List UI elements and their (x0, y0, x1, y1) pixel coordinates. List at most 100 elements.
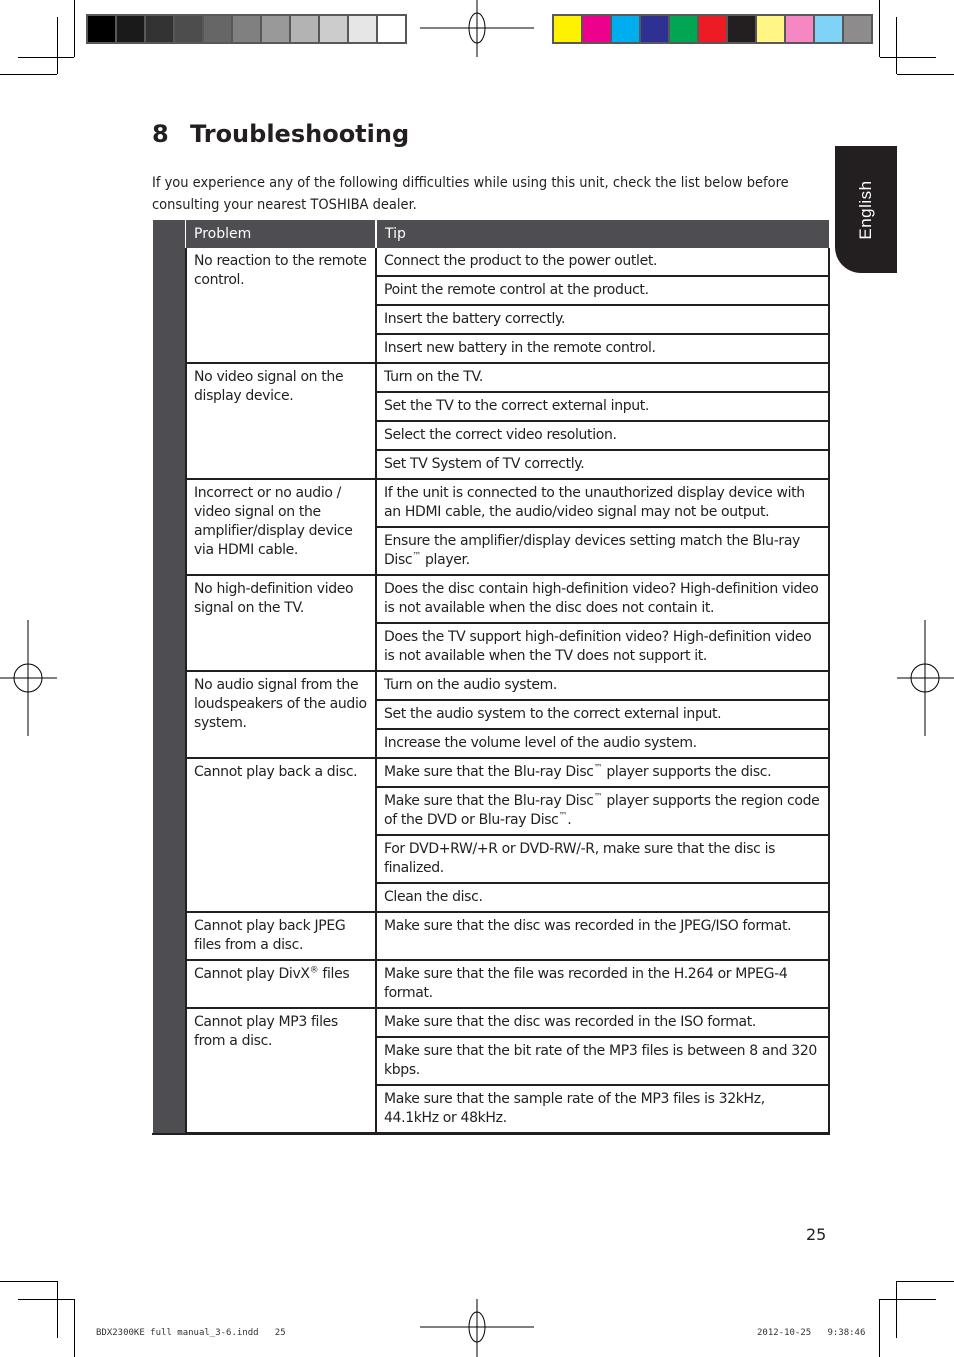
trademark-symbol: ™ (558, 811, 568, 822)
tip-cell: Turn on the audio system. (375, 671, 830, 701)
table-row: No high-definition video signal on the T… (185, 575, 830, 672)
table-row: Cannot play back a disc. Make sure that t… (185, 758, 830, 913)
table-bottom-rule (152, 1133, 830, 1135)
tip-cell: Set the TV to the correct external input… (375, 392, 830, 422)
tip-cell: Insert new battery in the remote control… (375, 334, 830, 364)
problem-cell: Cannot play DivX® files (185, 960, 376, 1009)
color-swatch (786, 16, 813, 42)
problem-cell: No reaction to the remote control. (185, 248, 376, 364)
problem-cell: Cannot play back a disc. (185, 758, 376, 913)
color-swatch (378, 16, 405, 42)
crop-mark (74, 1299, 75, 1357)
tip-cell: Increase the volume level of the audio s… (375, 729, 830, 759)
color-swatch (612, 16, 639, 42)
color-swatch (291, 16, 318, 42)
tip-cell: Set TV System of TV correctly. (375, 450, 830, 480)
table-header-row: Problem Tip (186, 220, 829, 248)
tip-cell: Make sure that the bit rate of the MP3 f… (375, 1037, 830, 1086)
crop-mark (0, 74, 57, 75)
problem-cell: No video signal on the display device. (185, 363, 376, 480)
header-tip: Tip (375, 220, 829, 248)
problem-cell: No high-definition video signal on the T… (185, 575, 376, 672)
tip-cell: Turn on the TV. (375, 363, 830, 393)
crop-mark (74, 0, 75, 57)
crop-mark (897, 1281, 954, 1282)
crop-mark (57, 17, 58, 74)
registration-mark-right (897, 620, 954, 736)
page-number: 25 (806, 1225, 827, 1244)
problem-cell: No audio signal from the loudspeakers of… (185, 671, 376, 759)
color-swatch (670, 16, 697, 42)
tip-cell: If the unit is connected to the unauthor… (375, 479, 830, 528)
color-swatch (815, 16, 842, 42)
tip-cell: Set the audio system to the correct exte… (375, 700, 830, 730)
color-swatch (117, 16, 144, 42)
problem-cell: Cannot play back JPEG files from a disc. (185, 912, 376, 961)
color-swatch (320, 16, 347, 42)
intro-text: If you experience any of the following d… (152, 175, 789, 213)
tip-cell: Does the TV support high-definition vide… (375, 623, 830, 672)
crop-mark (896, 17, 897, 74)
table-side-bar (153, 220, 185, 1134)
color-swatch (844, 16, 871, 42)
section-number: 8 (152, 120, 169, 148)
color-swatch (88, 16, 115, 42)
page-title: 8 Troubleshooting (152, 120, 409, 148)
trademark-symbol: ™ (593, 792, 603, 803)
color-swatch (583, 16, 610, 42)
table-row: Incorrect or no audio / video signal on … (185, 479, 830, 576)
slug-file: BDX2300KE full manual_3-6.indd 25 (96, 1328, 286, 1338)
tip-cell: Does the disc contain high-definition vi… (375, 575, 830, 624)
language-tab-label: English (856, 179, 875, 240)
tip-cell: Ensure the amplifier/display devices set… (375, 527, 830, 576)
crop-mark (879, 1299, 880, 1357)
header-problem: Problem (186, 220, 376, 248)
table-row: Cannot play DivX® files Make sure that th… (185, 960, 830, 1009)
registration-mark-top (420, 0, 534, 57)
color-swatch (262, 16, 289, 42)
trademark-symbol: ™ (412, 551, 421, 562)
tip-cell: Make sure that the Blu-ray Disc™ player … (375, 787, 830, 836)
problem-cell: Incorrect or no audio / video signal on … (185, 479, 376, 576)
trademark-symbol: ™ (593, 763, 603, 774)
crop-mark (880, 57, 936, 58)
registration-mark-left (0, 620, 57, 736)
table-row: Cannot play MP3 files from a disc. Make s… (185, 1008, 830, 1134)
color-swatch (757, 16, 784, 42)
language-tab: English (835, 146, 897, 273)
troubleshooting-table: Problem Tip No reaction to the remote co… (152, 220, 830, 1135)
tip-cell: Select the correct video resolution. (375, 421, 830, 451)
tip-cell: Make sure that the disc was recorded in … (375, 1008, 830, 1038)
table-row: Cannot play back JPEG files from a disc.… (185, 912, 830, 961)
tip-cell: Make sure that the file was recorded in … (375, 960, 830, 1009)
section-title: Troubleshooting (190, 120, 410, 148)
color-swatch (699, 16, 726, 42)
color-swatch (233, 16, 260, 42)
tip-cell: Make sure that the disc was recorded in … (375, 912, 830, 961)
tip-cell: Insert the battery correctly. (375, 305, 830, 335)
crop-mark (57, 1281, 58, 1338)
color-swatch (349, 16, 376, 42)
tip-cell: Clean the disc. (375, 883, 830, 913)
color-swatch (146, 16, 173, 42)
tip-cell: Point the remote control at the product. (375, 276, 830, 306)
crop-mark (18, 1299, 74, 1300)
crop-mark (0, 1281, 57, 1282)
problem-cell: Cannot play MP3 files from a disc. (185, 1008, 376, 1134)
tip-cell: Make sure that the Blu-ray Disc™ player … (375, 758, 830, 788)
color-bar (552, 14, 873, 44)
tip-cell: Make sure that the sample rate of the MP… (375, 1085, 830, 1134)
tip-cell: For DVD+RW/+R or DVD-RW/-R, make sure th… (375, 835, 830, 884)
table-row: No reaction to the remote control. Connec… (185, 248, 830, 364)
registered-symbol: ® (309, 965, 319, 976)
registration-mark-bottom (420, 1299, 534, 1357)
color-swatch (728, 16, 755, 42)
color-swatch (175, 16, 202, 42)
tip-cell: Connect the product to the power outlet. (375, 248, 830, 277)
crop-mark (897, 74, 954, 75)
crop-mark (879, 0, 880, 57)
table-row: No video signal on the display device. Tu… (185, 363, 830, 480)
crop-mark (18, 57, 74, 58)
crop-mark (896, 1281, 897, 1338)
color-swatch (641, 16, 668, 42)
